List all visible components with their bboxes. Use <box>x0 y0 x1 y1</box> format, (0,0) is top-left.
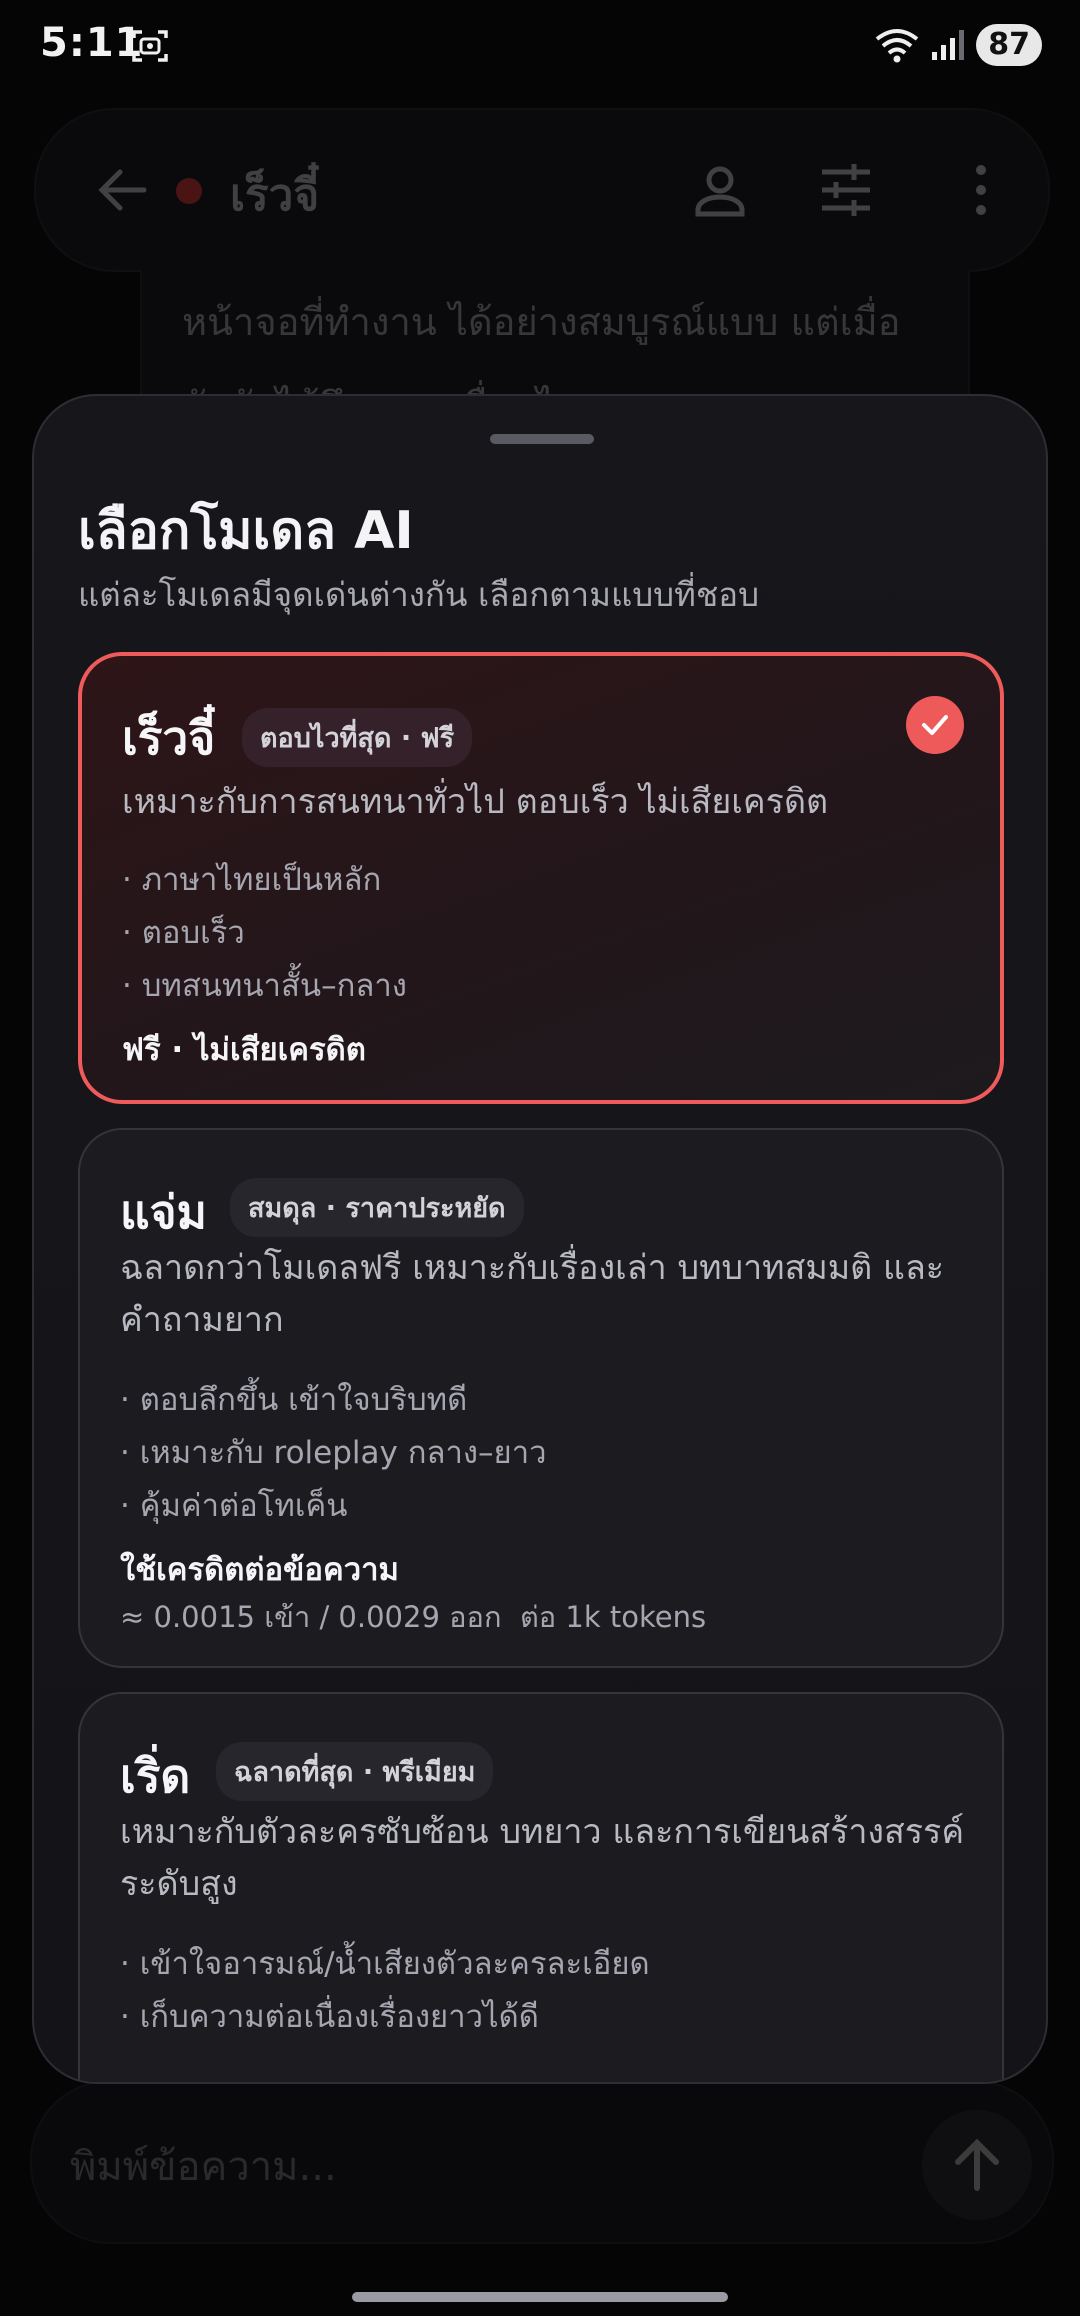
model-name: แจ่ม <box>120 1185 207 1239</box>
model-name: เร็วจี๋ <box>122 711 216 765</box>
model-feature: · ภาษาไทยเป็นหลัก <box>122 862 382 898</box>
chat-top-bar: เร็วจี๋ <box>34 108 1050 272</box>
composer-placeholder[interactable]: พิมพ์ข้อความ... <box>70 2134 337 2198</box>
model-feature: · ตอบเร็ว <box>122 915 245 951</box>
more-vert-icon[interactable] <box>966 160 996 220</box>
sheet-title: เลือกโมเดล AI <box>78 501 414 561</box>
model-name: เริ่ด <box>120 1749 191 1803</box>
sheet-subtitle: แต่ละโมเดลมีจุดเด่นต่างกัน เลือกตามแบบที… <box>78 575 760 614</box>
model-description: ฉลาดกว่าโมเดลฟรี เหมาะกับเรื่องเล่า บทบา… <box>120 1248 945 1340</box>
status-dot <box>176 178 202 204</box>
model-feature: · คุ้มค่าต่อโทเค็น <box>120 1488 348 1524</box>
person-icon[interactable] <box>690 160 750 220</box>
model-card-jaem[interactable]: แจ่ม สมดุล · ราคาประหยัด ฉลาดกว่าโมเดลฟร… <box>78 1128 1004 1668</box>
send-button[interactable] <box>922 2110 1032 2220</box>
model-card-rew-ji[interactable]: เร็วจี๋ ตอบไวที่สุด · ฟรี เหมาะกับการสนท… <box>78 652 1004 1104</box>
back-arrow-icon[interactable] <box>94 162 150 218</box>
model-description: เหมาะกับตัวละครซับซ้อน บทยาว และการเขียน… <box>120 1812 965 1904</box>
model-feature: · ตอบลึกขึ้น เข้าใจบริบทดี <box>120 1382 468 1418</box>
chat-title: เร็วจี๋ <box>230 170 320 221</box>
model-feature: · เหมาะกับ roleplay กลาง–ยาว <box>120 1435 547 1471</box>
model-feature: · เข้าใจอารมณ์/น้ำเสียงตัวละครละเอียด <box>120 1946 650 1982</box>
model-picker-sheet: เลือกโมเดล AI แต่ละโมเดลมีจุดเด่นต่างกัน… <box>32 394 1048 2084</box>
model-badge: สมดุล · ราคาประหยัด <box>230 1178 524 1237</box>
tune-icon[interactable] <box>816 160 876 220</box>
sheet-drag-handle[interactable] <box>490 434 594 444</box>
model-badge: ฉลาดที่สุด · พรีเมียม <box>216 1742 494 1801</box>
arrow-up-icon <box>955 2138 999 2191</box>
selected-check <box>906 696 964 754</box>
model-card-roed[interactable]: เริ่ด ฉลาดที่สุด · พรีเมียม เหมาะกับตัวล… <box>78 1692 1004 2082</box>
message-composer[interactable]: พิมพ์ข้อความ... <box>30 2080 1054 2244</box>
model-feature: · บทสนทนาสั้น–กลาง <box>122 968 407 1004</box>
model-price: ฟรี · ไม่เสียเครดิต <box>122 1032 366 1068</box>
model-badge: ตอบไวที่สุด · ฟรี <box>242 708 473 767</box>
model-price: ใช้เครดิตต่อข้อความ <box>120 1552 399 1588</box>
model-description: เหมาะกับการสนทนาทั่วไป ตอบเร็ว ไม่เสียเค… <box>122 782 829 822</box>
chat-message-bubble: หน้าจอที่ทำงาน ได้อย่างสมบูรณ์แบบ แต่เมื… <box>140 270 970 410</box>
model-feature: · เก็บความต่อเนื่องเรื่องยาวได้ดี <box>120 1999 539 2035</box>
check-icon <box>922 715 948 735</box>
home-indicator[interactable] <box>352 2292 728 2302</box>
model-rate: ≈ 0.0015 เข้า / 0.0029 ออก ต่อ 1k tokens <box>120 1600 707 1634</box>
